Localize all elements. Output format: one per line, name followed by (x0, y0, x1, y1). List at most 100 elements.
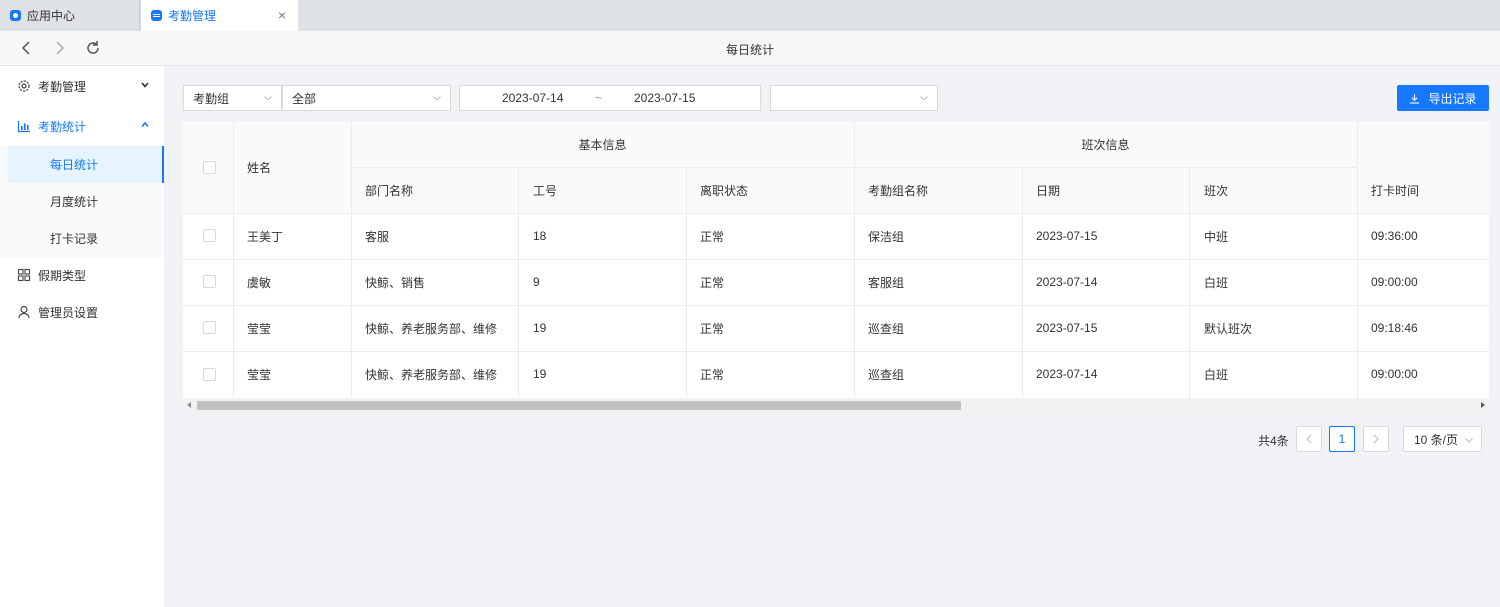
cell-name: 虞敏 (247, 275, 272, 290)
cell-date: 2023-07-14 (1036, 275, 1098, 289)
cell-resign-status: 正常 (700, 275, 725, 290)
cell-shift: 中班 (1204, 229, 1229, 244)
next-page-button[interactable] (1363, 426, 1389, 452)
divider (854, 121, 855, 398)
tab-app-center[interactable]: 应用中心 (0, 0, 140, 31)
row-checkbox[interactable] (203, 321, 216, 334)
divider (183, 351, 1489, 352)
app-center-icon (10, 10, 21, 21)
column-header-department: 部门名称 (365, 183, 414, 198)
row-checkbox[interactable] (203, 229, 216, 242)
column-header-shift: 班次 (1204, 183, 1229, 198)
sidebar-item-label: 假期类型 (38, 268, 87, 283)
export-label: 导出记录 (1428, 91, 1477, 106)
sidebar-item-attendance-management[interactable]: 考勤管理 (0, 67, 164, 105)
grid-icon (17, 268, 31, 282)
table-horizontal-scrollbar[interactable] (183, 398, 1489, 413)
group-type-select[interactable]: 考勤组 (183, 85, 282, 111)
cell-clock-time: 09:00:00 (1371, 275, 1418, 289)
tab-bar: 应用中心 考勤管理 × (0, 0, 1500, 31)
select-value: 考勤组 (193, 91, 230, 106)
date-range-picker[interactable]: 2023-07-14 ~ 2023-07-15 (459, 85, 761, 111)
gear-icon (18, 80, 30, 92)
group-header-basic-info: 基本信息 (578, 137, 627, 152)
divider (686, 167, 687, 398)
cell-resign-status: 正常 (700, 229, 725, 244)
cell-name: 莹莹 (247, 367, 272, 382)
close-icon[interactable]: × (278, 8, 286, 22)
chevron-up-icon (141, 121, 149, 128)
user-icon (18, 305, 30, 319)
column-header-group-name: 考勤组名称 (868, 183, 929, 198)
divider (183, 259, 1489, 260)
chevron-down-icon (1465, 438, 1473, 443)
cell-group-name: 巡查组 (868, 367, 905, 382)
sidebar-subitem-daily-stats[interactable]: 每日统计 (8, 146, 164, 183)
page-number: 1 (1338, 432, 1346, 446)
divider (183, 305, 1489, 306)
tab-attendance[interactable]: 考勤管理 × (141, 0, 298, 31)
cell-group-name: 客服组 (868, 275, 905, 290)
cell-date: 2023-07-15 (1036, 321, 1098, 335)
select-value: 全部 (292, 91, 317, 106)
row-checkbox[interactable] (203, 368, 216, 381)
toolbar: 每日统计 (0, 31, 1500, 66)
scroll-right-icon[interactable] (1481, 402, 1485, 408)
sidebar-item-admin-settings[interactable]: 管理员设置 (0, 293, 164, 331)
cell-employee-id: 9 (533, 275, 540, 289)
divider (1022, 167, 1023, 398)
page-number-button[interactable]: 1 (1329, 426, 1355, 452)
chevron-left-icon (1306, 434, 1312, 444)
cell-name: 莹莹 (247, 321, 272, 336)
divider (183, 213, 1489, 214)
cell-resign-status: 正常 (700, 321, 725, 336)
date-start-input[interactable]: 2023-07-14 (502, 91, 563, 105)
prev-page-button[interactable] (1296, 426, 1322, 452)
column-header-resign-status: 离职状态 (700, 183, 749, 198)
scroll-thumb[interactable] (197, 401, 961, 410)
sidebar-item-leave-types[interactable]: 假期类型 (0, 256, 164, 294)
sidebar-item-label: 考勤管理 (38, 79, 87, 94)
sidebar-subitem-monthly-stats[interactable]: 月度统计 (0, 183, 164, 220)
chevron-right-icon (1373, 434, 1379, 444)
sidebar-subitem-label: 每日统计 (50, 158, 99, 172)
divider (233, 121, 234, 398)
date-end-input[interactable]: 2023-07-15 (634, 91, 695, 105)
scroll-left-icon[interactable] (187, 402, 191, 408)
divider (518, 167, 519, 398)
sidebar-item-attendance-statistics[interactable]: 考勤统计 (0, 107, 164, 145)
sidebar-subitem-label: 月度统计 (50, 195, 99, 209)
cell-clock-time: 09:18:46 (1371, 321, 1418, 335)
attendance-table: 姓名 基本信息 班次信息 部门名称 工号 离职状态 考勤组名称 日期 班次 打卡… (183, 121, 1489, 413)
tab-label: 考勤管理 (168, 9, 217, 23)
row-checkbox[interactable] (203, 275, 216, 288)
extra-filter-select[interactable] (770, 85, 938, 111)
cell-name: 王美丁 (247, 229, 284, 244)
column-header-name: 姓名 (247, 160, 272, 175)
cell-resign-status: 正常 (700, 367, 725, 382)
page-size-select[interactable]: 10 条/页 (1403, 426, 1482, 452)
cell-employee-id: 18 (533, 229, 547, 243)
select-all-checkbox[interactable] (203, 161, 216, 174)
pagination-total: 共4条 (1258, 434, 1289, 448)
page-title: 每日统计 (725, 43, 774, 57)
cell-department: 快鲸、养老服务部、维修 (365, 321, 498, 336)
export-records-button[interactable]: 导出记录 (1397, 85, 1489, 111)
divider (1189, 167, 1190, 398)
chevron-down-icon (264, 96, 272, 101)
sidebar-item-label: 管理员设置 (38, 305, 99, 320)
bar-chart-icon (17, 121, 30, 133)
sidebar-subitem-label: 打卡记录 (50, 232, 99, 246)
cell-clock-time: 09:00:00 (1371, 367, 1418, 381)
scope-select[interactable]: 全部 (282, 85, 451, 111)
divider (1357, 121, 1358, 398)
attendance-icon (151, 10, 162, 21)
sidebar-subitem-clock-records[interactable]: 打卡记录 (0, 220, 164, 257)
group-header-shift-info: 班次信息 (1081, 137, 1130, 152)
column-header-employee-id: 工号 (533, 183, 558, 198)
cell-shift: 默认班次 (1204, 321, 1253, 336)
cell-date: 2023-07-15 (1036, 229, 1098, 243)
chevron-down-icon (141, 82, 149, 88)
tab-label: 应用中心 (27, 9, 76, 23)
column-header-clock-time: 打卡时间 (1371, 183, 1420, 198)
